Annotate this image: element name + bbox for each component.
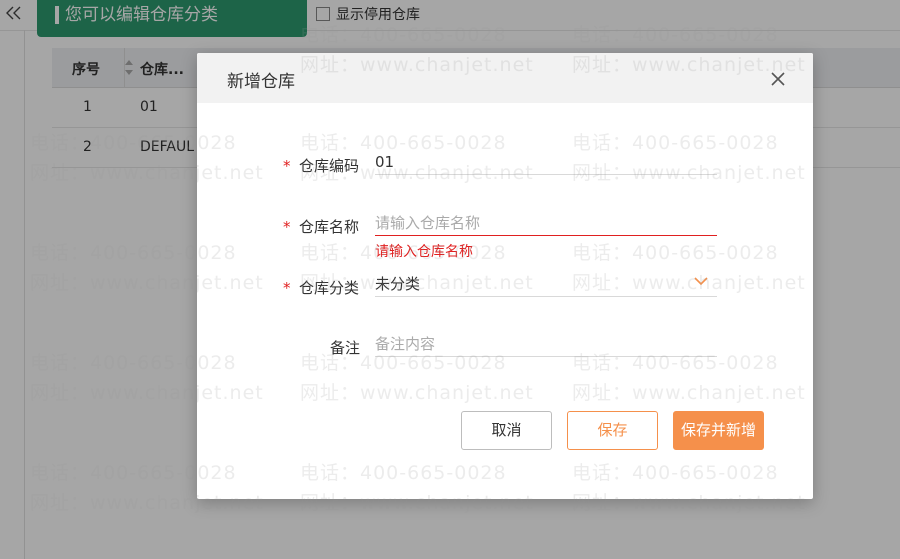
watermark-phone: 电话：400-665-0028 [572,462,779,484]
cancel-button[interactable]: 取消 [461,411,552,450]
warehouse-name-label: 仓库名称 [299,218,360,236]
watermark-site: 网址：www.chanjet.net [300,492,534,514]
watermark-site: 网址：www.chanjet.net [300,382,534,404]
required-mark: * [283,279,291,297]
watermark-site: 网址：www.chanjet.net [300,272,534,294]
watermark-phone: 电话：400-665-0028 [300,132,507,154]
watermark-phone: 电话：400-665-0028 [300,352,507,374]
watermark-phone: 电话：400-665-0028 [30,352,237,374]
watermark-site: 网址：www.chanjet.net [30,382,264,404]
watermark-site: 网址：www.chanjet.net [572,382,806,404]
warehouse-name-input[interactable] [375,210,717,236]
watermark-site: 网址：www.chanjet.net [572,492,806,514]
watermark-phone: 电话：400-665-0028 [300,24,507,46]
watermark-phone: 电话：400-665-0028 [300,242,507,264]
watermark-site: 网址：www.chanjet.net [30,492,264,514]
watermark-site: 网址：www.chanjet.net [572,162,806,184]
required-mark: * [283,218,291,236]
watermark-phone: 电话：400-665-0028 [572,24,779,46]
watermark-phone: 电话：400-665-0028 [300,462,507,484]
save-and-new-button[interactable]: 保存并新增 [673,411,764,450]
dialog-title: 新增仓库 [227,72,295,92]
watermark-site: 网址：www.chanjet.net [572,54,806,76]
watermark-phone: 电话：400-665-0028 [30,242,237,264]
watermark-phone: 电话：400-665-0028 [572,242,779,264]
watermark-phone: 电话：400-665-0028 [30,132,237,154]
watermark-site: 网址：www.chanjet.net [572,272,806,294]
watermark-phone: 电话：400-665-0028 [572,352,779,374]
required-mark: * [283,157,291,175]
watermark-site: 网址：www.chanjet.net [30,272,264,294]
watermark-site: 网址：www.chanjet.net [300,54,534,76]
watermark-phone: 电话：400-665-0028 [30,462,237,484]
watermark-phone: 电话：400-665-0028 [572,132,779,154]
watermark-site: 网址：www.chanjet.net [30,162,264,184]
watermark-site: 网址：www.chanjet.net [300,162,534,184]
save-button[interactable]: 保存 [567,411,658,450]
